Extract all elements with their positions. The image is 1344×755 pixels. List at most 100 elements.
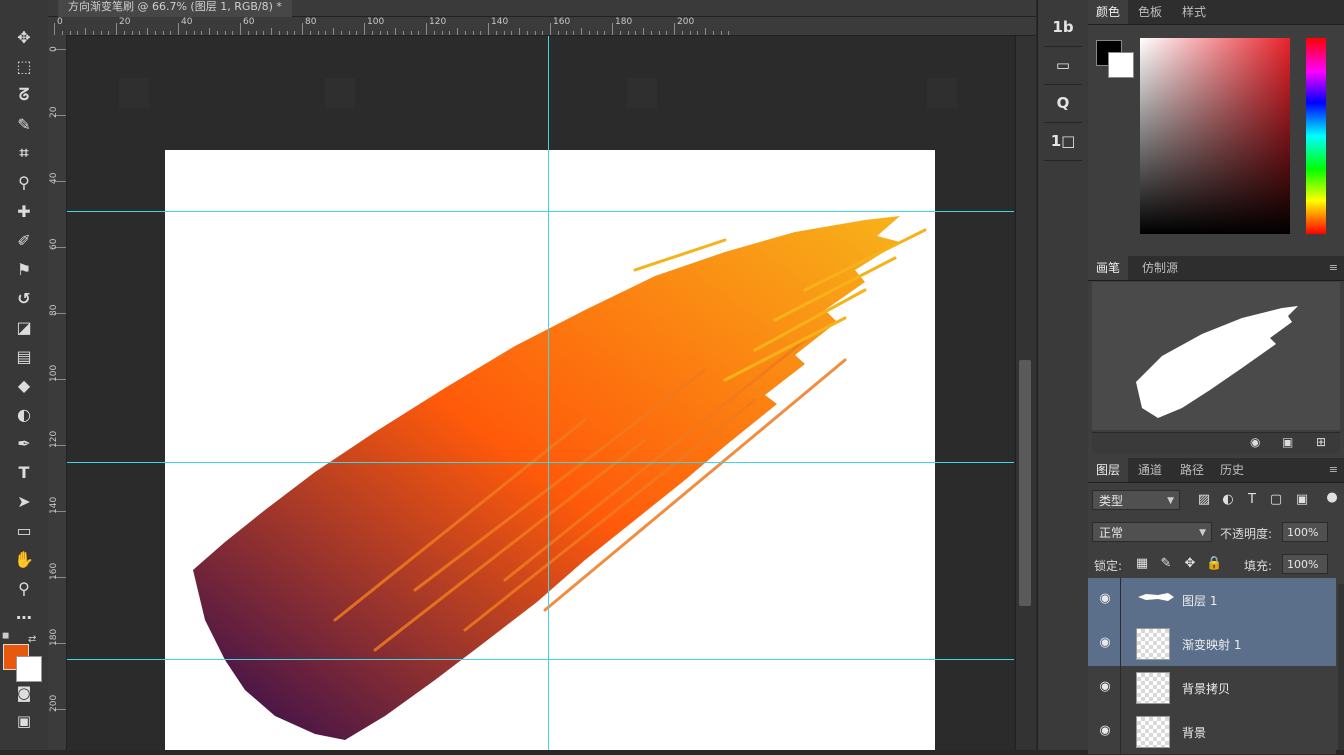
tab-swatches[interactable]: 色板 <box>1130 0 1170 24</box>
background-color-swatch[interactable] <box>16 656 42 682</box>
quick-mask-icon[interactable]: ◙ <box>8 684 40 706</box>
tab-paths[interactable]: 路径 <box>1172 458 1212 482</box>
tab-styles[interactable]: 样式 <box>1174 0 1214 24</box>
brush-stroke-body <box>193 216 900 740</box>
visibility-eye-icon[interactable]: ◉ <box>1096 591 1114 609</box>
healing-brush-tool-icon[interactable]: ✚ <box>8 198 40 224</box>
ruler-minor-tick <box>666 31 668 35</box>
quick-select-tool-icon[interactable]: ✎ <box>8 111 40 137</box>
lock-position-icon[interactable]: ✥ <box>1182 556 1198 571</box>
layers-scrollbar[interactable] <box>1338 584 1344 750</box>
horizontal-ruler[interactable]: 0 20 40 60 80 100 120 140 160 180 200 <box>48 17 1036 36</box>
blur-tool-icon[interactable]: ◆ <box>8 372 40 398</box>
tab-layers[interactable]: 图层 <box>1088 458 1129 482</box>
lock-image-icon[interactable]: ✎ <box>1158 556 1174 571</box>
vertical-guide[interactable] <box>548 36 549 750</box>
ruler-minor-tick <box>619 31 621 35</box>
canvas-scroll-thumb[interactable] <box>1019 360 1031 606</box>
hue-slider[interactable] <box>1306 38 1326 234</box>
move-tool-icon[interactable]: ✥ <box>8 24 40 50</box>
hand-tool-icon[interactable]: ✋ <box>8 546 40 572</box>
layer-name[interactable]: 背景拷贝 <box>1182 680 1230 697</box>
eraser-tool-icon[interactable]: ◪ <box>8 314 40 340</box>
layer-row[interactable]: ◉ 渐变映射 1 <box>1088 622 1336 667</box>
gradient-tool-icon[interactable]: ▤ <box>8 343 40 369</box>
zoom-tool-icon[interactable]: ⚲ <box>8 575 40 601</box>
blend-mode-dropdown[interactable]: 正常 ▼ <box>1092 522 1212 542</box>
dock-separator <box>1044 160 1082 161</box>
filter-smart-object-icon[interactable]: ▣ <box>1294 492 1310 507</box>
tab-channels[interactable]: 通道 <box>1130 458 1170 482</box>
screen-mode-icon[interactable]: ▣ <box>8 712 40 734</box>
horizontal-guide[interactable] <box>67 659 1014 660</box>
layer-row[interactable]: ◉ 背景拷贝 <box>1088 666 1336 711</box>
document-tab[interactable]: 方向渐变笔刷 @ 66.7% (图层 1, RGB/8) * <box>58 0 292 17</box>
document-canvas[interactable] <box>165 150 935 750</box>
layer-name[interactable]: 背景 <box>1182 724 1206 741</box>
tab-brush[interactable]: 画笔 <box>1088 256 1129 280</box>
lasso-tool-icon[interactable]: ᘔ <box>8 82 40 108</box>
visibility-eye-icon[interactable]: ◉ <box>1096 679 1114 697</box>
tab-history[interactable]: 历史 <box>1212 458 1252 482</box>
tab-color[interactable]: 颜色 <box>1088 0 1129 24</box>
eyedropper-tool-icon[interactable]: ⚲ <box>8 169 40 195</box>
visibility-eye-icon[interactable]: ◉ <box>1096 723 1114 741</box>
dock-history-button[interactable]: 1b <box>1044 12 1082 42</box>
layer-row[interactable]: ◉ 图层 1 <box>1088 578 1336 623</box>
ruler-label: 100 <box>367 17 385 27</box>
layer-brush-thumbnail[interactable] <box>1138 592 1174 602</box>
horizontal-guide[interactable] <box>67 211 1014 212</box>
dock-properties-button[interactable]: 1□ <box>1044 126 1082 156</box>
filter-shape-icon[interactable]: ▢ <box>1268 492 1284 507</box>
clone-stamp-tool-icon[interactable]: ⚑ <box>8 256 40 282</box>
filter-toggle-icon[interactable]: ● <box>1324 490 1340 505</box>
layer-name[interactable]: 图层 1 <box>1182 592 1217 609</box>
ruler-minor-tick <box>495 31 497 35</box>
color-panel-background-swatch[interactable] <box>1108 52 1134 78</box>
layer-row[interactable]: ◉ 背景 <box>1088 710 1336 755</box>
collapsed-panel-dock: 1b ▭ Q 1□ <box>1037 0 1089 750</box>
color-picker-field[interactable] <box>1140 38 1290 234</box>
toggle-bristle-preview-icon[interactable]: ◉ <box>1250 435 1260 449</box>
default-colors-icon[interactable]: ◼ <box>2 631 14 643</box>
layer-thumbnail[interactable] <box>1136 628 1170 660</box>
swap-colors-icon[interactable]: ⇄ <box>28 634 40 646</box>
history-brush-tool-icon[interactable]: ↺ <box>8 285 40 311</box>
ruler-minor-tick <box>635 31 637 35</box>
ruler-tick <box>54 23 55 35</box>
filter-type-icon[interactable]: T <box>1244 492 1260 507</box>
ruler-minor-tick <box>449 31 451 35</box>
new-brush-icon[interactable]: ⊞ <box>1316 435 1326 449</box>
dodge-tool-icon[interactable]: ◐ <box>8 401 40 427</box>
extra-tool-icon[interactable]: ⋯ <box>8 604 40 630</box>
pen-tool-icon[interactable]: ✒ <box>8 430 40 456</box>
ruler-minor-tick <box>348 31 350 35</box>
visibility-eye-icon[interactable]: ◉ <box>1096 635 1114 653</box>
panel-menu-icon[interactable]: ≡ <box>1329 261 1338 274</box>
crop-tool-icon[interactable]: ⌗ <box>8 140 40 166</box>
horizontal-guide[interactable] <box>67 462 1014 463</box>
fill-input[interactable]: 100% <box>1282 554 1328 574</box>
layer-thumbnail[interactable] <box>1136 716 1170 748</box>
layer-thumbnail[interactable] <box>1136 672 1170 704</box>
create-brush-icon[interactable]: ▣ <box>1282 435 1293 449</box>
path-select-tool-icon[interactable]: ➤ <box>8 488 40 514</box>
layer-name[interactable]: 渐变映射 1 <box>1182 636 1241 653</box>
dock-search-button[interactable]: Q <box>1044 88 1082 118</box>
canvas-pasteboard[interactable] <box>67 36 1014 750</box>
tab-clone-source[interactable]: 仿制源 <box>1134 256 1186 280</box>
panel-menu-icon[interactable]: ≡ <box>1329 463 1338 476</box>
lock-transparent-icon[interactable]: ▦ <box>1134 556 1150 571</box>
shape-tool-icon[interactable]: ▭ <box>8 517 40 543</box>
vertical-ruler[interactable]: 0 20 40 60 80 100 120 140 160 180 200 <box>48 35 67 750</box>
marquee-tool-icon[interactable]: ⬚ <box>8 53 40 79</box>
type-tool-icon[interactable]: T <box>8 459 40 485</box>
dock-brush-presets-button[interactable]: ▭ <box>1044 50 1082 80</box>
brush-tool-icon[interactable]: ✐ <box>8 227 40 253</box>
opacity-input[interactable]: 100% <box>1282 522 1328 542</box>
ghost-icon <box>325 78 355 108</box>
filter-adjustment-icon[interactable]: ◐ <box>1220 492 1236 507</box>
filter-pixel-icon[interactable]: ▨ <box>1196 492 1212 507</box>
lock-all-icon[interactable]: 🔒 <box>1206 556 1222 571</box>
layer-filter-dropdown[interactable]: 类型 ▼ <box>1092 490 1180 510</box>
